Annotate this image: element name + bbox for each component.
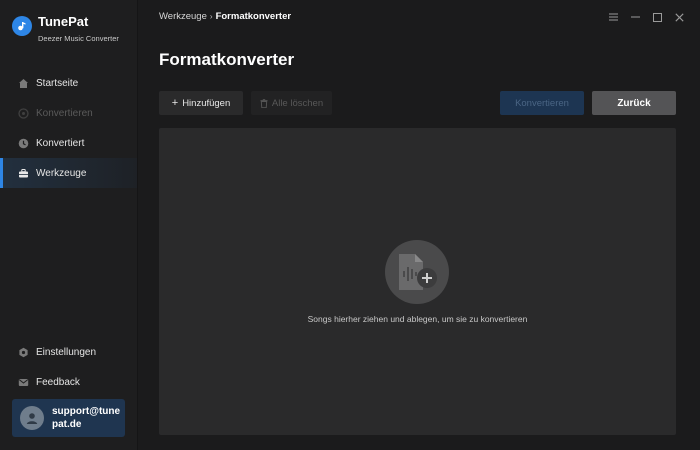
- brand: TunePat Deezer Music Converter: [12, 14, 119, 43]
- add-button-label: Hinzufügen: [182, 97, 231, 109]
- app-name: TunePat: [38, 14, 89, 29]
- app-subtitle: Deezer Music Converter: [38, 34, 119, 43]
- plus-icon: +: [171, 97, 179, 109]
- sidebar-item-label: Startseite: [36, 77, 79, 89]
- sidebar: TunePat Deezer Music Converter Startseit…: [0, 0, 138, 450]
- sidebar-item-konvertieren[interactable]: Konvertieren: [0, 98, 137, 128]
- settings-icon: [17, 346, 29, 358]
- close-icon[interactable]: [668, 9, 690, 25]
- add-audio-file-icon: [385, 240, 449, 304]
- sidebar-bottom-nav: Einstellungen Feedback: [0, 337, 137, 397]
- window-controls: [602, 9, 690, 25]
- clear-all-label: Alle löschen: [271, 97, 324, 109]
- maximize-icon[interactable]: [646, 9, 668, 25]
- toolbox-icon: [17, 167, 29, 179]
- mail-icon: [17, 376, 29, 388]
- avatar: [20, 406, 44, 430]
- sidebar-item-konvertiert[interactable]: Konvertiert: [0, 128, 137, 158]
- sidebar-item-feedback[interactable]: Feedback: [0, 367, 137, 397]
- file-dropzone[interactable]: Songs hierher ziehen und ablegen, um sie…: [159, 128, 676, 435]
- title-bar: Werkzeuge › Formatkonverter: [138, 0, 700, 34]
- trash-icon: [260, 98, 268, 108]
- back-button[interactable]: Zurück: [592, 91, 676, 115]
- menu-icon[interactable]: [602, 9, 624, 25]
- sidebar-item-einstellungen[interactable]: Einstellungen: [0, 337, 137, 367]
- breadcrumb-separator-icon: ›: [209, 12, 213, 21]
- breadcrumb: Werkzeuge › Formatkonverter: [159, 11, 291, 22]
- sidebar-item-startseite[interactable]: Startseite: [0, 68, 137, 98]
- page-title: Formatkonverter: [159, 50, 295, 69]
- sidebar-item-label: Werkzeuge: [36, 167, 87, 179]
- sidebar-item-label: Konvertieren: [36, 107, 93, 119]
- user-email: support@tunepat.de: [52, 406, 121, 430]
- sidebar-item-label: Einstellungen: [36, 346, 97, 358]
- clear-all-button[interactable]: Alle löschen: [251, 91, 332, 115]
- clock-icon: [17, 137, 29, 149]
- minimize-icon[interactable]: [624, 9, 646, 25]
- add-button[interactable]: + Hinzufügen: [159, 91, 243, 115]
- home-icon: [17, 77, 29, 89]
- convert-button[interactable]: Konvertieren: [500, 91, 584, 115]
- sidebar-item-label: Konvertiert: [36, 137, 85, 149]
- user-account-card[interactable]: support@tunepat.de: [12, 399, 125, 437]
- sidebar-item-label: Feedback: [36, 376, 80, 388]
- breadcrumb-current: Formatkonverter: [215, 11, 292, 22]
- sidebar-item-werkzeuge[interactable]: Werkzeuge: [0, 158, 137, 188]
- dropzone-hint: Songs hierher ziehen und ablegen, um sie…: [307, 314, 528, 324]
- convert-icon: [17, 107, 29, 119]
- sidebar-nav: Startseite Konvertieren Konvertiert Werk…: [0, 68, 137, 188]
- breadcrumb-werkzeuge[interactable]: Werkzeuge: [159, 11, 207, 22]
- music-note-logo-icon: [12, 16, 32, 36]
